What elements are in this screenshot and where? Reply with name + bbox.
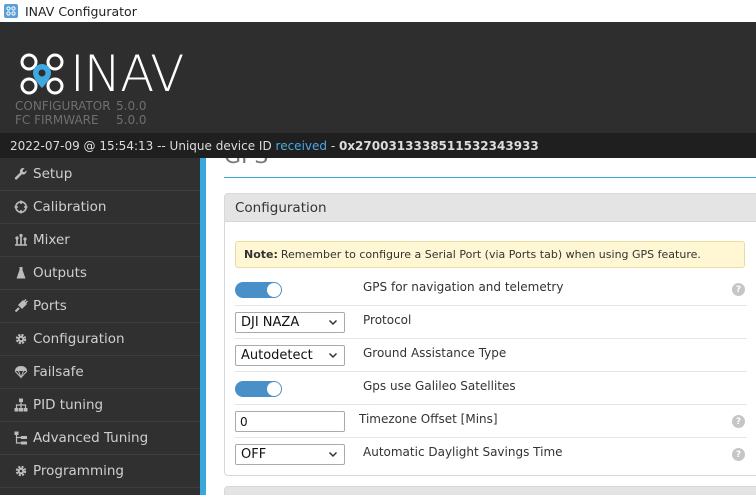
toggle-knob <box>267 283 281 297</box>
inav-app-icon <box>4 4 18 18</box>
sidebar-item-label: Calibration <box>33 199 107 215</box>
note-label: Note: <box>244 248 278 261</box>
status-timestamp: 2022-07-09 @ 15:54:13 <box>10 138 154 153</box>
configuration-panel: Configuration Note: Remember to configur… <box>224 193 756 476</box>
setting-row-galileo: Gps use Galileo Satellites <box>235 372 747 405</box>
sidebar-item-pid-tuning[interactable]: PID tuning <box>0 389 200 422</box>
sidebar-item-label: Configuration <box>33 331 125 347</box>
title-underline <box>224 177 756 178</box>
setting-row-ground-assistance: Autodetect Ground Assistance Type <box>235 339 747 372</box>
inav-logo: INAV <box>18 45 184 103</box>
gps-note: Note: Remember to configure a Serial Por… <box>235 241 745 268</box>
firmware-version-label: FC FIRMWARE <box>15 113 99 127</box>
parachute-icon <box>13 364 29 380</box>
dst-select[interactable]: OFF <box>235 444 345 465</box>
toggle-knob <box>267 382 281 396</box>
status-log: 2022-07-09 @ 15:54:13 -- Unique device I… <box>0 133 756 158</box>
gps-nav-label: GPS for navigation and telemetry <box>363 280 564 294</box>
galileo-label: Gps use Galileo Satellites <box>363 379 516 393</box>
setting-row-protocol: DJI NAZA Protocol <box>235 306 747 339</box>
sidebar-item-ports[interactable]: Ports <box>0 290 200 323</box>
mixer-icon <box>13 232 29 248</box>
status-dash: - <box>327 138 339 153</box>
sidebar-item-label: Mixer <box>33 232 70 248</box>
protocol-select[interactable]: DJI NAZA <box>235 312 345 333</box>
timezone-offset-input[interactable]: 0 <box>235 411 345 432</box>
sidebar-item-label: Programming <box>33 463 124 479</box>
firmware-version-value: 5.0.0 <box>116 113 147 127</box>
tree-icon <box>13 430 29 446</box>
window-titlebar: INAV Configurator <box>0 0 756 22</box>
window-title: INAV Configurator <box>25 3 137 19</box>
sidebar-nav: Setup Calibration Mixer Outputs Ports Co… <box>0 158 200 495</box>
sidebar-item-label: Failsafe <box>33 364 84 380</box>
sidebar-item-label: Setup <box>33 166 73 182</box>
sidebar-item-failsafe[interactable]: Failsafe <box>0 356 200 389</box>
panel-title: Configuration <box>225 194 756 222</box>
sitemap-icon <box>13 397 29 413</box>
note-text: Remember to configure a Serial Port (via… <box>280 248 701 261</box>
galileo-toggle[interactable] <box>235 381 282 397</box>
protocol-select-value: DJI NAZA <box>241 315 300 330</box>
app-header: INAV CONFIGURATOR 5.0.0 FC FIRMWARE 5.0.… <box>0 22 756 133</box>
chevron-down-icon <box>328 317 338 330</box>
next-panel-header <box>224 486 756 495</box>
timezone-label: Timezone Offset [Mins] <box>359 412 498 426</box>
page-title: GPS <box>224 158 268 169</box>
sidebar-item-configuration[interactable]: Configuration <box>0 323 200 356</box>
chevron-down-icon <box>328 350 338 363</box>
ground-assistance-value: Autodetect <box>241 348 313 363</box>
sidebar-item-label: PID tuning <box>33 397 104 413</box>
setting-row-dst: OFF Automatic Daylight Savings Time ? <box>235 438 747 471</box>
help-icon[interactable]: ? <box>732 448 745 461</box>
chevron-down-icon <box>328 449 338 462</box>
configurator-version-value: 5.0.0 <box>116 99 147 113</box>
device-id: 0x27003133385115323439​33 <box>338 138 539 153</box>
crosshair-icon <box>13 199 29 215</box>
logo-wordmark: INAV <box>70 45 184 103</box>
protocol-label: Protocol <box>363 313 412 327</box>
sidebar-item-programming[interactable]: Programming <box>0 455 200 488</box>
help-icon[interactable]: ? <box>732 415 745 428</box>
sidebar-item-label: Ports <box>33 298 67 314</box>
setting-row-timezone: 0 Timezone Offset [Mins] ? <box>235 405 747 438</box>
sidebar-item-advanced-tuning[interactable]: Advanced Tuning <box>0 422 200 455</box>
gear-icon <box>13 463 29 479</box>
quadcopter-icon <box>20 53 64 95</box>
flask-icon <box>13 265 29 281</box>
sidebar-item-outputs[interactable]: Outputs <box>0 257 200 290</box>
status-text: -- Unique device ID <box>153 138 276 153</box>
dst-label: Automatic Daylight Savings Time <box>363 445 563 459</box>
sidebar-item-setup[interactable]: Setup <box>0 158 200 191</box>
configurator-version-label: CONFIGURATOR <box>15 99 111 113</box>
sidebar-item-label: Advanced Tuning <box>33 430 149 446</box>
gps-nav-toggle[interactable] <box>235 282 282 298</box>
gear-icon <box>13 331 29 347</box>
help-icon[interactable]: ? <box>732 283 745 296</box>
sidebar-item-label: Outputs <box>33 265 87 281</box>
ground-assistance-select[interactable]: Autodetect <box>235 345 345 366</box>
wrench-icon <box>13 166 29 182</box>
sidebar-item-mixer[interactable]: Mixer <box>0 224 200 257</box>
sidebar-item-calibration[interactable]: Calibration <box>0 191 200 224</box>
setting-row-gps-nav: GPS for navigation and telemetry ? <box>235 273 747 306</box>
status-received: received <box>275 138 327 153</box>
dst-select-value: OFF <box>241 447 267 462</box>
ground-assistance-label: Ground Assistance Type <box>363 346 507 360</box>
main-content: GPS Configuration Note: Remember to conf… <box>206 158 756 495</box>
plug-icon <box>13 298 29 314</box>
version-info: CONFIGURATOR 5.0.0 FC FIRMWARE 5.0.0 <box>15 99 147 127</box>
